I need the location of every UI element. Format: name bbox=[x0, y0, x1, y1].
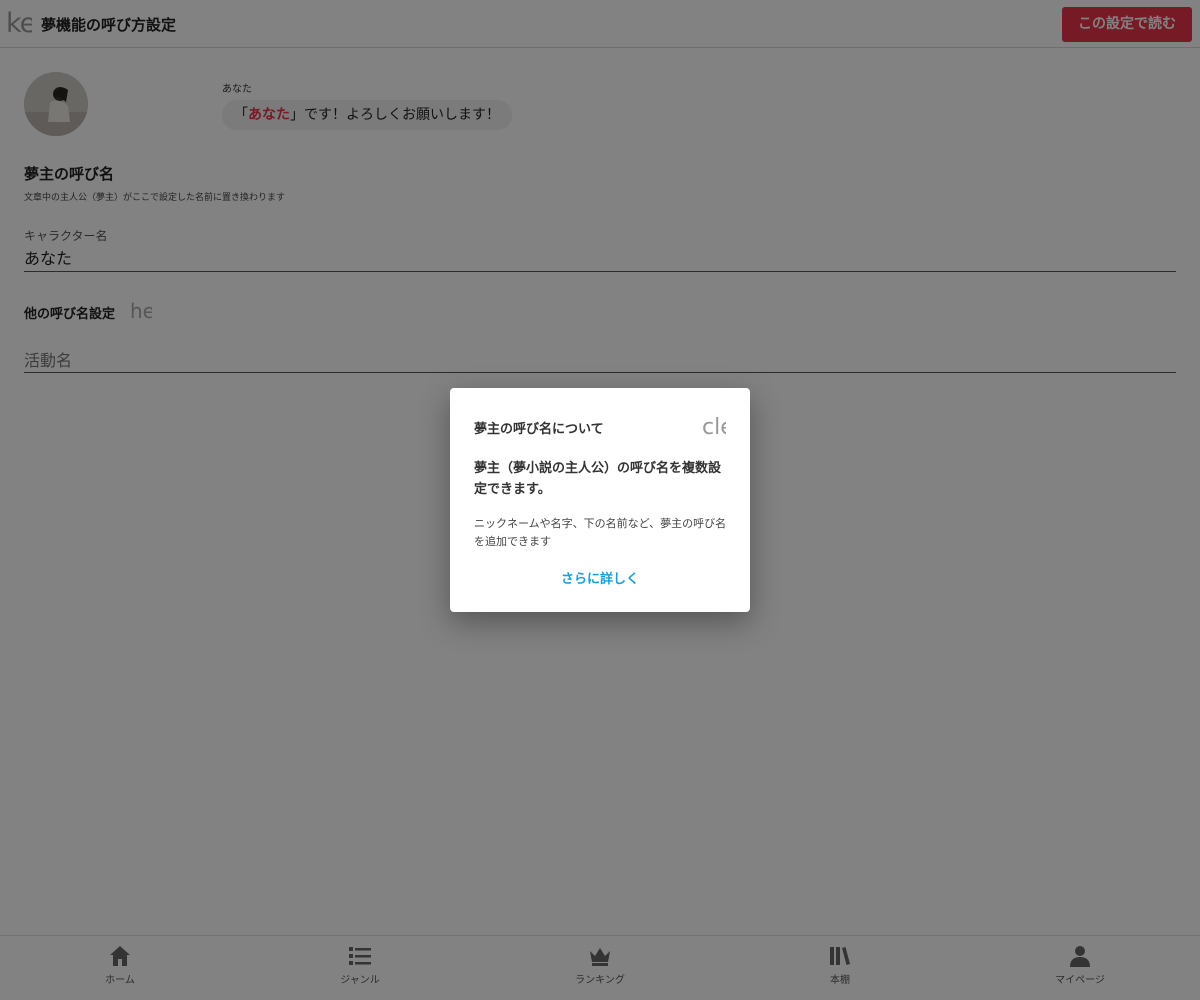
modal-title: 夢主の呼び名について bbox=[474, 422, 604, 437]
learn-more-link[interactable]: さらに詳しく bbox=[450, 568, 750, 587]
modal-body-text: ニックネームや名字、下の名前など、夢主の呼び名を追加できます bbox=[474, 517, 727, 548]
modal-heading: 夢主（夢小説の主人公）の呼び名を複数設定できます。 bbox=[474, 461, 722, 497]
close-icon[interactable]: cle bbox=[702, 414, 726, 442]
info-modal: 夢主の呼び名について cle 夢主（夢小説の主人公）の呼び名を複数設定できます。… bbox=[450, 388, 750, 612]
